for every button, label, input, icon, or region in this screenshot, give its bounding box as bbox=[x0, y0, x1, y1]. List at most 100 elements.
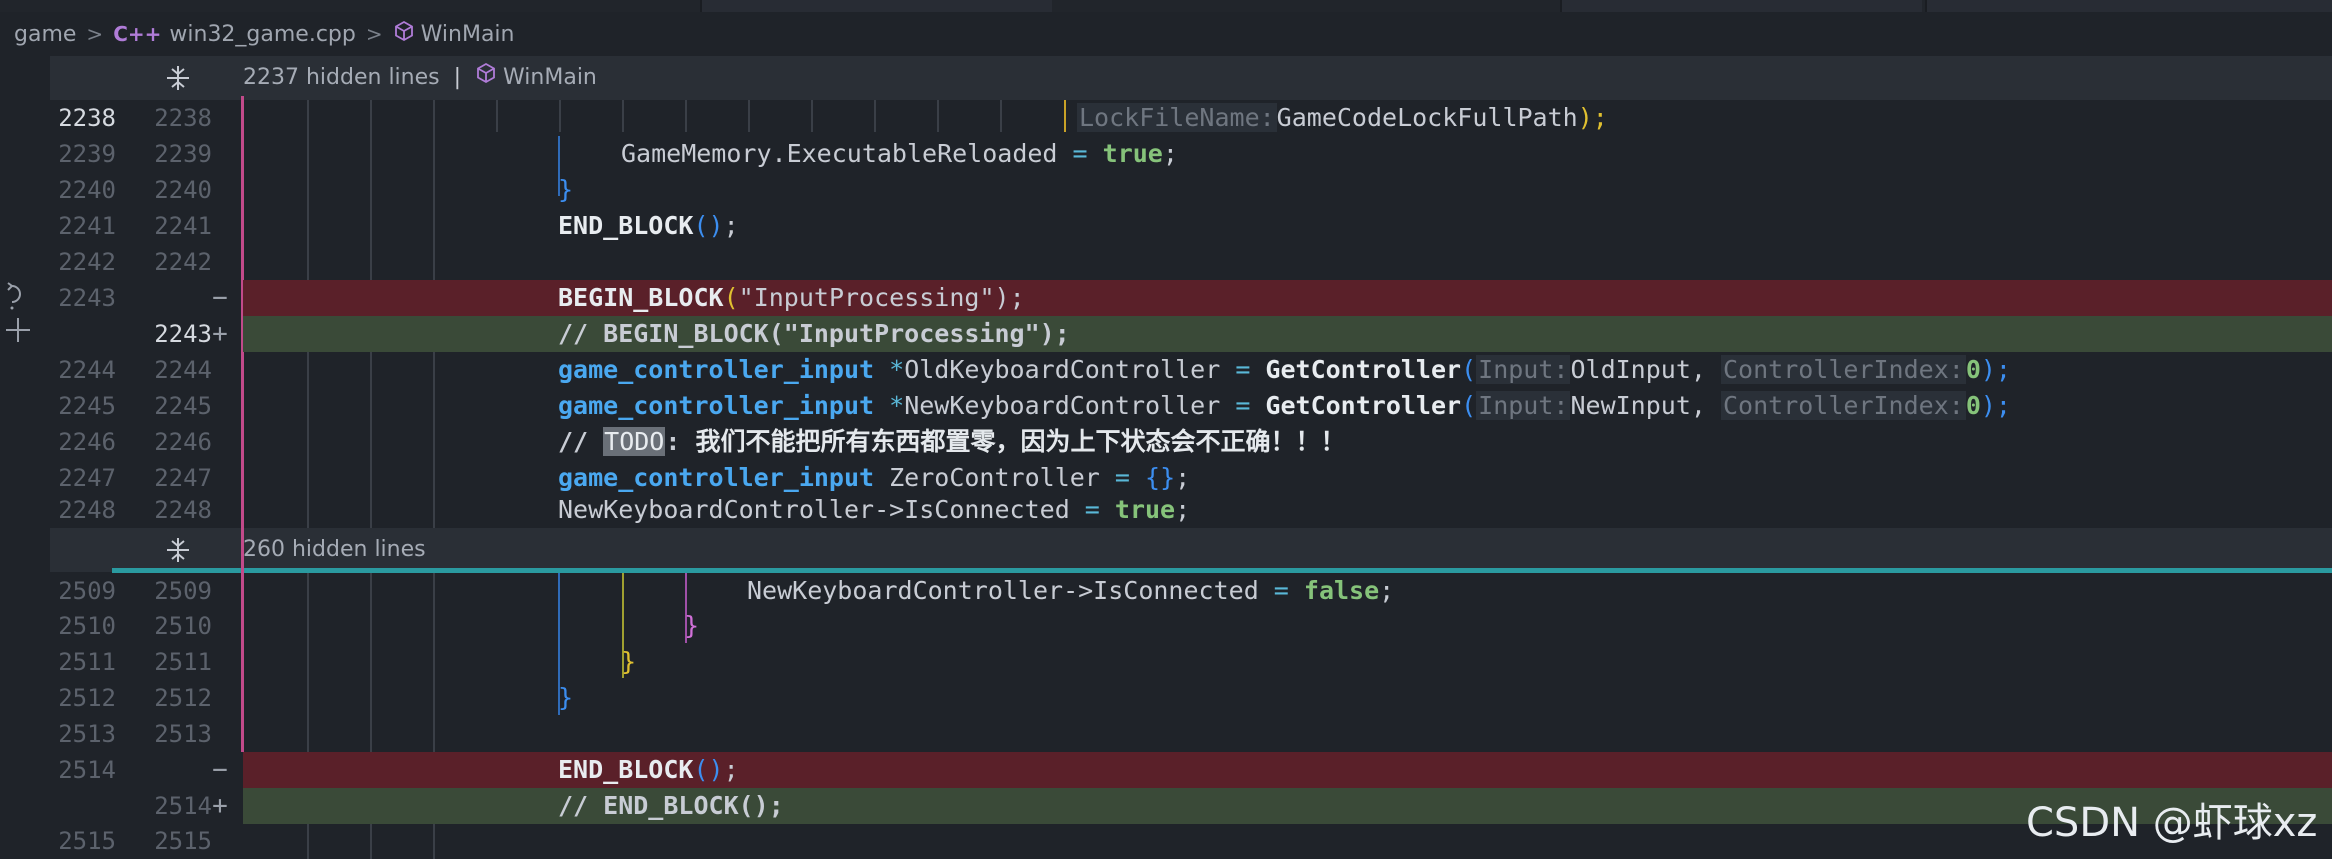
code-line[interactable]: 2511 2511 } bbox=[0, 644, 2332, 680]
code-line[interactable]: 2513 2513 bbox=[0, 716, 2332, 752]
code-text[interactable]: BEGIN_BLOCK("InputProcessing"); bbox=[558, 280, 1025, 316]
plus-icon: + bbox=[212, 319, 228, 349]
code-text[interactable]: LockFileName:GameCodeLockFullPath); bbox=[1077, 100, 1608, 136]
fold-region-mid[interactable]: 260 hidden lines bbox=[50, 528, 2332, 572]
code-text[interactable]: // END_BLOCK(); bbox=[558, 788, 784, 824]
code-line[interactable]: 2244 2244 game_controller_input *OldKeyb… bbox=[0, 352, 2332, 388]
todo-tag: TODO bbox=[603, 427, 666, 456]
code-token: false bbox=[1303, 576, 1380, 605]
added-line[interactable]: 2243 + // BEGIN_BLOCK("InputProcessing")… bbox=[0, 316, 2332, 352]
code-text[interactable]: game_controller_input ZeroController = {… bbox=[558, 460, 1190, 496]
code-line[interactable]: 2245 2245 game_controller_input *NewKeyb… bbox=[0, 388, 2332, 424]
code-line[interactable]: 2242 2242 bbox=[0, 244, 2332, 280]
code-token: game_controller_input bbox=[558, 463, 875, 492]
code-text[interactable]: GameMemory.ExecutableReloaded = true; bbox=[621, 136, 1178, 172]
code-text[interactable]: } bbox=[558, 680, 573, 716]
code-line[interactable]: 2515 2515 bbox=[0, 823, 2332, 859]
line-number-right: 2243 bbox=[154, 320, 212, 348]
code-line[interactable]: 2512 2512 } bbox=[0, 680, 2332, 716]
code-line[interactable]: 2238 2238 LockFileName:GameCodeLockFullP… bbox=[0, 100, 2332, 136]
code-line[interactable]: 2240 2240 } bbox=[0, 172, 2332, 208]
code-token: END_BLOCK bbox=[558, 755, 694, 784]
code-line[interactable]: 2247 2247 game_controller_input ZeroCont… bbox=[0, 460, 2332, 496]
line-number-left: 2244 bbox=[58, 356, 116, 384]
code-token: ; bbox=[1379, 576, 1395, 605]
line-number-right: 2246 bbox=[154, 428, 212, 456]
code-token: game_controller_input bbox=[558, 391, 875, 420]
code-token: = bbox=[1099, 463, 1146, 492]
chevron-right-icon: > bbox=[86, 22, 104, 46]
line-number-left: 2511 bbox=[58, 648, 116, 676]
code-text[interactable]: } bbox=[558, 172, 573, 208]
code-text[interactable]: game_controller_input *NewKeyboardContro… bbox=[558, 388, 2011, 424]
deleted-line[interactable]: 2514 − END_BLOCK(); bbox=[0, 752, 2332, 788]
code-token: ; bbox=[1175, 463, 1191, 492]
code-text[interactable]: END_BLOCK(); bbox=[558, 208, 739, 244]
fold-region-top[interactable]: 2237 hidden lines | WinMain bbox=[50, 56, 2332, 100]
code-token: 0 bbox=[1965, 391, 1981, 420]
code-text[interactable]: // BEGIN_BLOCK("InputProcessing"); bbox=[558, 316, 1070, 352]
code-token: END_BLOCK bbox=[558, 211, 694, 240]
code-token: NewKeyboardController->IsConnected bbox=[558, 495, 1070, 524]
code-token: OldKeyboardController bbox=[904, 355, 1221, 384]
code-text[interactable]: } bbox=[621, 644, 636, 680]
code-line[interactable]: 2239 2239 GameMemory.ExecutableReloaded … bbox=[0, 136, 2332, 172]
line-number-left: 2510 bbox=[58, 612, 116, 640]
code-token: = bbox=[1220, 355, 1266, 384]
line-number-left: 2241 bbox=[58, 212, 116, 240]
code-text[interactable]: } bbox=[684, 608, 699, 644]
line-number-left: 2238 bbox=[58, 104, 116, 132]
line-number-right: 2238 bbox=[154, 104, 212, 132]
fold-symbol[interactable]: WinMain bbox=[503, 65, 597, 90]
code-token: ( bbox=[1461, 355, 1477, 384]
inlay-hint: ControllerIndex: bbox=[1720, 355, 1966, 384]
watermark: CSDN @虾球xz bbox=[2026, 800, 2318, 846]
code-token: * bbox=[874, 355, 905, 384]
added-line[interactable]: 2514 + // END_BLOCK(); bbox=[0, 788, 2332, 824]
line-number-left: 2242 bbox=[58, 248, 116, 276]
code-token: NewInput, bbox=[1570, 391, 1721, 420]
code-token: GetController bbox=[1265, 355, 1462, 384]
fold-icon[interactable] bbox=[163, 63, 193, 93]
tab-segment[interactable] bbox=[1560, 0, 1922, 12]
tab-segment[interactable] bbox=[700, 0, 1052, 12]
code-line[interactable]: 2246 2246 // TODO: 我们不能把所有东西都置零，因为上下状态会不… bbox=[0, 424, 2332, 460]
breadcrumb-file[interactable]: win32_game.cpp bbox=[169, 22, 355, 47]
code-token: true bbox=[1114, 495, 1176, 524]
code-token: : bbox=[665, 427, 696, 456]
fold-icon[interactable] bbox=[163, 535, 193, 565]
code-token: game_controller_input bbox=[558, 355, 875, 384]
code-line[interactable]: 2248 2248 NewKeyboardController->IsConne… bbox=[0, 492, 2332, 528]
line-number-left: 2243 bbox=[58, 284, 116, 312]
code-line[interactable]: 2241 2241 END_BLOCK(); bbox=[0, 208, 2332, 244]
line-number-right: 2512 bbox=[154, 684, 212, 712]
line-number-left: 2509 bbox=[58, 577, 116, 605]
tab-segment[interactable] bbox=[1925, 0, 2332, 12]
code-line[interactable]: 2510 2510 } bbox=[0, 608, 2332, 644]
line-number-right: 2515 bbox=[154, 827, 212, 855]
code-line[interactable]: 2509 2509 NewKeyboardController->IsConne… bbox=[0, 573, 2332, 609]
code-text[interactable]: game_controller_input *OldKeyboardContro… bbox=[558, 352, 2011, 388]
deleted-line[interactable]: 2243 − BEGIN_BLOCK("InputProcessing"); bbox=[0, 280, 2332, 316]
code-token: * bbox=[874, 391, 905, 420]
code-token: 0 bbox=[1965, 355, 1981, 384]
tab-strip bbox=[0, 0, 2332, 12]
code-token: NewKeyboardController bbox=[904, 391, 1221, 420]
inlay-hint: LockFileName: bbox=[1077, 103, 1277, 132]
line-number-left: 2246 bbox=[58, 428, 116, 456]
line-number-right: 2513 bbox=[154, 720, 212, 748]
code-token: () bbox=[693, 211, 724, 240]
breadcrumb-symbol[interactable]: WinMain bbox=[421, 22, 515, 47]
code-token: ; bbox=[723, 211, 739, 240]
addition-highlight bbox=[243, 788, 2332, 824]
code-text[interactable]: NewKeyboardController->IsConnected = fal… bbox=[747, 573, 1394, 609]
code-text[interactable]: END_BLOCK(); bbox=[558, 752, 739, 788]
line-number-left: 2245 bbox=[58, 392, 116, 420]
line-number-left: 2513 bbox=[58, 720, 116, 748]
code-token: OldInput, bbox=[1570, 355, 1721, 384]
addition-highlight bbox=[243, 316, 2332, 352]
minus-icon: − bbox=[212, 755, 228, 785]
code-text[interactable]: NewKeyboardController->IsConnected = tru… bbox=[558, 492, 1190, 528]
code-text[interactable]: // TODO: 我们不能把所有东西都置零，因为上下状态会不正确！！！ bbox=[558, 424, 1346, 460]
breadcrumb-folder[interactable]: game bbox=[14, 22, 76, 47]
